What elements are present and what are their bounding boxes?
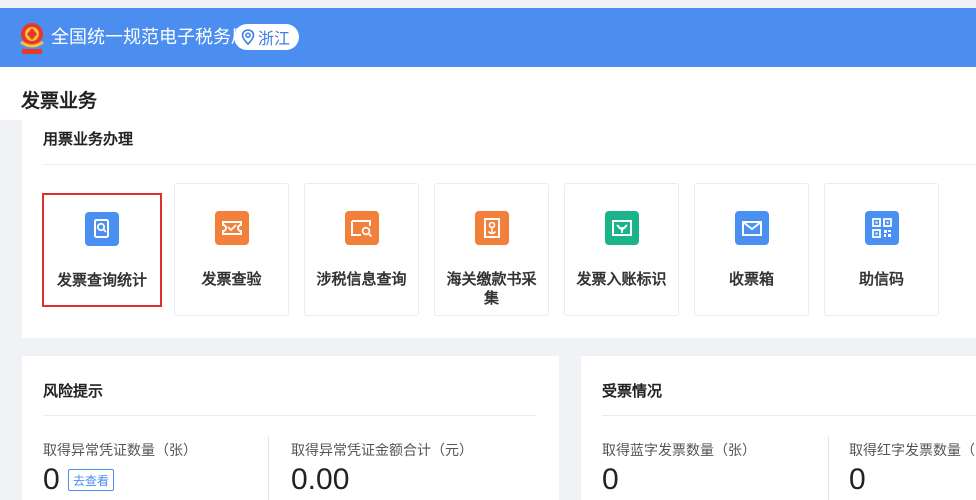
tile-label: 涉税信息查询 [316,271,407,288]
abnormal-count-label: 取得异常凭证数量（张） [43,442,197,458]
region-label: 浙江 [258,31,291,48]
tile-label: 发票查验 [201,271,262,288]
tile-label: 发票入账标识 [576,271,667,288]
service-section-title: 用票业务办理 [43,131,134,148]
risk-divider [43,415,537,416]
page-header [0,67,976,120]
risk-separator [268,436,269,500]
abnormal-count-value: 0 [43,463,60,496]
tile-receipt-box[interactable]: 收票箱 [694,183,809,316]
top-bar: 全国统一规范电子税务局 浙江 [0,8,976,67]
receipt-card [581,356,976,500]
search-doc-icon [85,212,119,246]
service-divider [43,164,976,165]
view-abnormal-button[interactable]: 去查看 [68,469,114,491]
red-invoice-count-value: 0 [849,463,866,496]
ticket-verify-icon [214,211,249,245]
info-search-icon [344,211,379,245]
invoice-mark-icon [604,211,639,245]
tile-tax-info-query[interactable]: 涉税信息查询 [304,183,419,316]
receipt-section-title: 受票情况 [602,383,663,400]
qr-code-icon [864,211,899,245]
tax-emblem-icon [18,20,46,56]
mailbox-icon [734,211,769,245]
tile-invoice-entry-mark[interactable]: 发票入账标识 [564,183,679,316]
blue-invoice-count-label: 取得蓝字发票数量（张） [602,442,756,458]
tile-label: 发票查询统计 [56,272,147,289]
blue-invoice-count-value: 0 [602,463,619,496]
location-pin-icon [241,29,255,45]
red-invoice-count-label: 取得红字发票数量（张） [849,442,976,458]
risk-section-title: 风险提示 [43,383,104,400]
tile-invoice-verify[interactable]: 发票查验 [174,183,289,316]
customs-collect-icon [474,211,509,245]
tile-label: 收票箱 [728,271,774,288]
tile-label: 助信码 [858,271,904,288]
receipt-separator [828,436,829,500]
tile-customs-collect[interactable]: 海关缴款书采集 [434,183,549,316]
abnormal-amount-value: 0.00 [291,463,350,496]
region-selector[interactable]: 浙江 [234,24,300,50]
tile-label: 海关缴款书采集 [446,271,537,307]
tile-invoice-query-stats[interactable]: 发票查询统计 [42,193,162,307]
receipt-divider [602,415,976,416]
site-title[interactable]: 全国统一规范电子税务局 [51,26,249,48]
page-title: 发票业务 [21,91,98,112]
tile-assist-code[interactable]: 助信码 [824,183,939,316]
abnormal-amount-label: 取得异常凭证金额合计（元） [291,442,473,458]
